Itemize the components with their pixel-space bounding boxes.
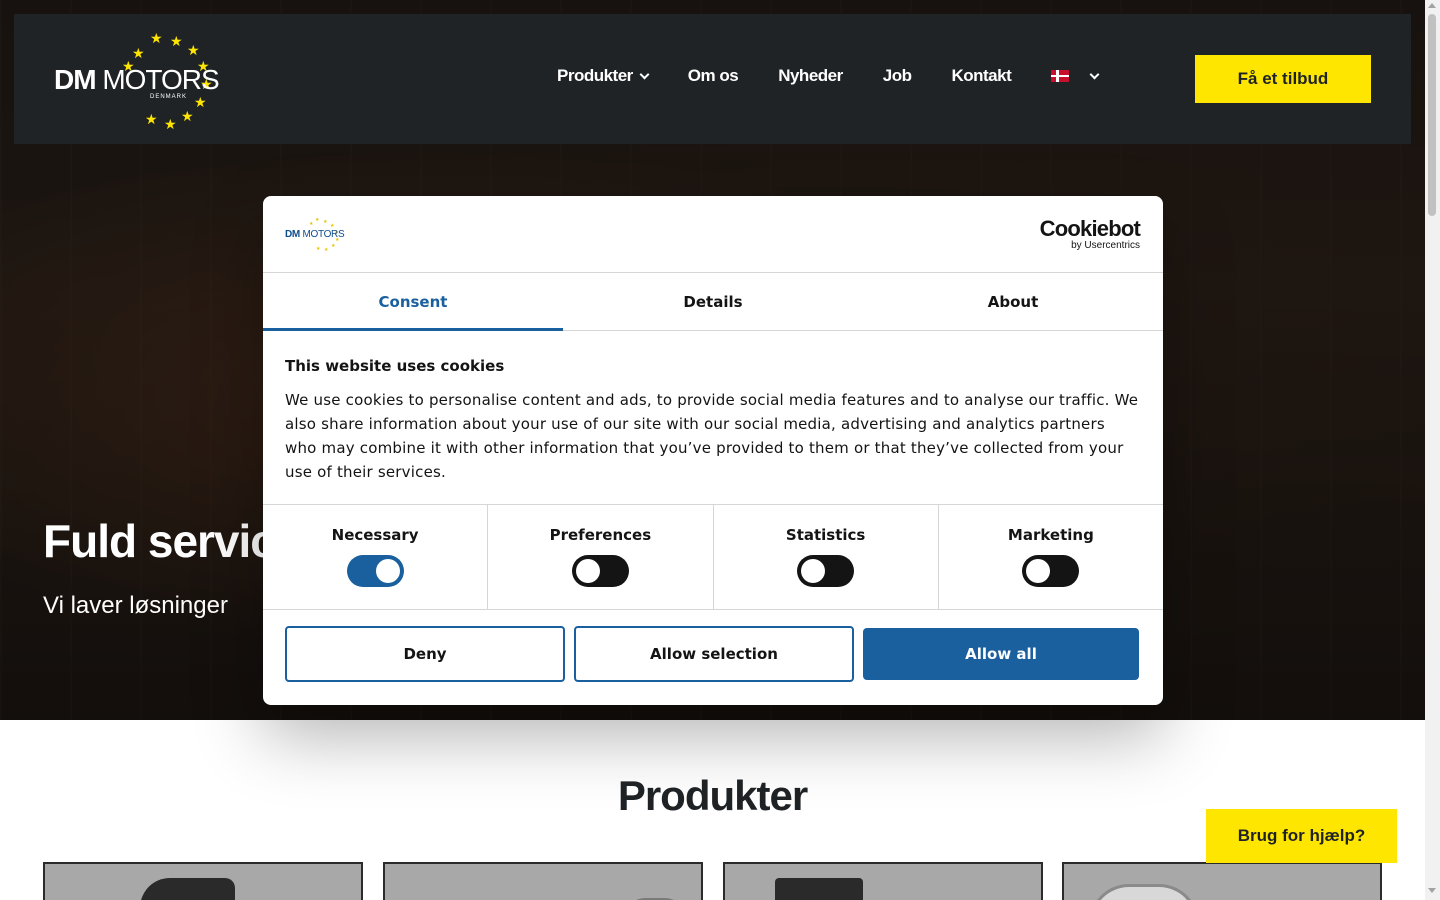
toggle-group-necessary: Necessary — [263, 505, 489, 609]
logo-star-icon: ★ — [145, 112, 158, 128]
get-quote-button[interactable]: Få et tilbud — [1195, 55, 1371, 103]
nav-item-nyheder[interactable]: Nyheder — [778, 66, 843, 86]
dialog-actions: Deny Allow selection Allow all — [263, 610, 1163, 682]
necessary-toggle[interactable] — [346, 555, 404, 587]
toggle-label: Necessary — [331, 526, 419, 544]
toggle-knob — [575, 559, 600, 583]
dialog-description: We use cookies to personalise content an… — [285, 391, 1139, 481]
dm-motors-logo[interactable]: ★ ★ ★ ★ ★ ★ ★ ★ ★ ★ ★ DM MOTORS DENMARK — [52, 30, 222, 133]
logo-subtext: DENMARK — [150, 94, 188, 100]
toggle-label: Marketing — [1007, 526, 1094, 544]
nav-item-kontakt[interactable]: Kontakt — [951, 66, 1011, 86]
toggle-group-marketing: Marketing — [939, 505, 1163, 609]
dialog-header: ★ ★ ★ ★ ★ ★ ★ ★ ★ DM MOTORS Cookiebot by… — [263, 196, 1163, 273]
dialog-site-logo: ★ ★ ★ ★ ★ ★ ★ ★ ★ DM MOTORS — [285, 217, 345, 253]
product-image — [1089, 884, 1199, 900]
allow-all-button[interactable]: Allow all — [863, 628, 1139, 680]
dialog-logo-wordmark: DM MOTORS — [285, 229, 345, 240]
toggle-knob — [1026, 559, 1051, 583]
product-card[interactable] — [1062, 862, 1382, 900]
nav-item-label: Produkter — [557, 66, 633, 85]
page-scrollbar[interactable] — [1425, 0, 1440, 900]
cookiebot-logo[interactable]: Cookiebot by Usercentrics — [1039, 216, 1141, 252]
main-nav: Produkter Om os Nyheder Job Kontakt — [557, 66, 1100, 86]
cookie-consent-dialog: ★ ★ ★ ★ ★ ★ ★ ★ ★ DM MOTORS Cookiebot by… — [263, 196, 1163, 705]
product-image — [140, 878, 235, 900]
product-card[interactable] — [43, 862, 363, 900]
logo-star-icon: ★ — [316, 246, 321, 252]
chevron-down-icon — [639, 69, 650, 79]
nav-item-produkter[interactable]: Produkter — [557, 66, 650, 86]
scroll-up-icon[interactable] — [1428, 3, 1436, 8]
scroll-down-icon[interactable] — [1428, 888, 1436, 893]
logo-star-icon: ★ — [315, 217, 320, 223]
dialog-title: This website uses cookies — [285, 357, 505, 375]
site-header: ★ ★ ★ ★ ★ ★ ★ ★ ★ ★ ★ DM MOTORS DENMARK … — [14, 14, 1411, 144]
logo-star-icon: ★ — [170, 34, 183, 50]
logo-star-icon: ★ — [164, 117, 177, 133]
product-card[interactable] — [383, 862, 703, 900]
logo-star-icon: ★ — [323, 219, 328, 225]
toggle-knob — [801, 559, 826, 583]
hero-title: Fuld servic — [43, 515, 276, 567]
logo-star-icon: ★ — [331, 243, 336, 249]
nav-item-label: Job — [882, 66, 912, 85]
product-card[interactable] — [723, 862, 1043, 900]
nav-item-label: Nyheder — [778, 66, 843, 85]
dialog-tabs: Consent Details About — [263, 273, 1163, 331]
statistics-toggle[interactable] — [797, 555, 855, 587]
help-button[interactable]: Brug for hjælp? — [1206, 809, 1397, 863]
preferences-toggle[interactable] — [571, 555, 629, 587]
nav-item-label: Kontakt — [951, 66, 1012, 85]
logo-star-icon: ★ — [181, 109, 194, 125]
dialog-body: This website uses cookies We use cookies… — [263, 331, 1163, 505]
deny-button[interactable]: Deny — [285, 626, 565, 682]
product-image — [775, 878, 863, 900]
logo-star-icon: ★ — [309, 221, 314, 227]
cookiebot-wordmark: Cookiebot — [1039, 216, 1141, 241]
logo-star-icon: ★ — [187, 43, 200, 59]
toggle-group-statistics: Statistics — [714, 505, 939, 609]
consent-toggles: Necessary Preferences Statistics Marketi… — [263, 505, 1163, 610]
tab-consent[interactable]: Consent — [263, 273, 563, 331]
language-selector[interactable] — [1051, 69, 1100, 82]
toggle-label: Preferences — [549, 526, 652, 544]
cookiebot-byline: by Usercentrics — [1071, 240, 1140, 251]
logo-star-icon: ★ — [324, 247, 329, 253]
chevron-down-icon — [1089, 69, 1100, 79]
tab-about[interactable]: About — [863, 273, 1163, 330]
nav-item-label: Om os — [687, 66, 739, 85]
nav-item-om-os[interactable]: Om os — [687, 66, 739, 86]
logo-star-icon: ★ — [150, 31, 163, 47]
logo-star-icon: ★ — [194, 95, 207, 111]
toggle-knob — [375, 559, 400, 583]
danish-flag-icon — [1051, 70, 1070, 82]
nav-item-job[interactable]: Job — [883, 66, 912, 86]
tab-details[interactable]: Details — [563, 273, 863, 330]
scrollbar-thumb[interactable] — [1428, 14, 1436, 216]
toggle-group-preferences: Preferences — [488, 505, 714, 609]
allow-selection-button[interactable]: Allow selection — [574, 626, 854, 682]
marketing-toggle[interactable] — [1022, 555, 1080, 587]
logo-wordmark: DM MOTORS — [54, 64, 220, 95]
hero-subtitle: Vi laver løsninger — [43, 592, 228, 619]
toggle-label: Statistics — [785, 526, 866, 544]
